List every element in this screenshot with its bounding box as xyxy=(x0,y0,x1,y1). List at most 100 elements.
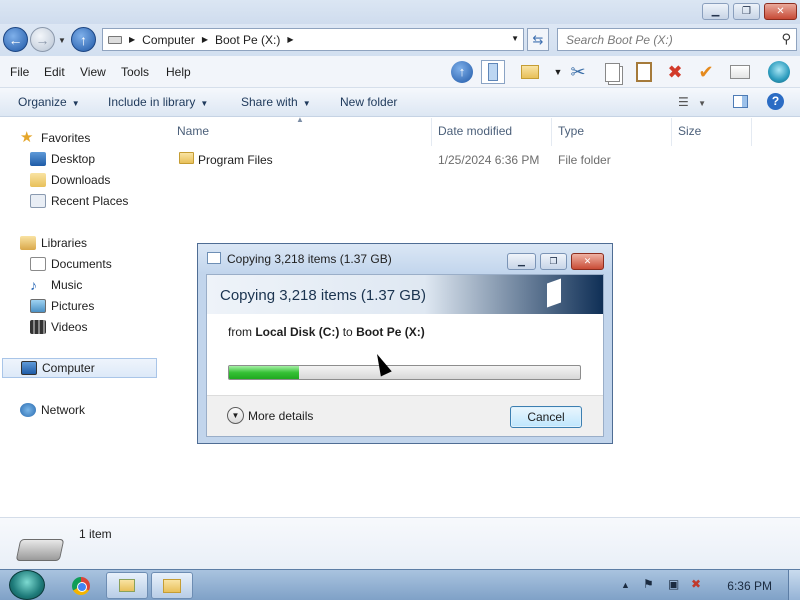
item-count: 1 item xyxy=(79,527,112,541)
refresh-icon: ⇆ xyxy=(532,31,544,47)
nav-libraries[interactable]: Libraries xyxy=(20,233,87,253)
show-hidden-icons-icon[interactable]: ▲ xyxy=(621,580,630,590)
nav-documents-label: Documents xyxy=(51,257,112,271)
menu-file[interactable]: File xyxy=(10,65,29,79)
recent-pages-dropdown[interactable]: ▼ xyxy=(58,36,66,45)
copy-icon xyxy=(207,252,221,264)
properties-folder-icon[interactable] xyxy=(518,60,542,84)
column-date-modified[interactable]: Date modified xyxy=(438,124,512,138)
refresh-button[interactable]: ⇆ xyxy=(527,28,549,51)
column-size[interactable]: Size xyxy=(678,124,701,138)
layout-pane-icon[interactable] xyxy=(481,60,505,84)
nav-videos-label: Videos xyxy=(51,320,88,334)
dialog-heading: Copying 3,218 items (1.37 GB) xyxy=(220,287,426,304)
nav-documents[interactable]: Documents xyxy=(30,254,112,274)
column-divider[interactable] xyxy=(431,118,432,146)
volume-muted-icon[interactable]: ✖ xyxy=(691,577,701,591)
search-icon[interactable]: ⚲ xyxy=(781,31,791,47)
progress-fill xyxy=(229,366,300,379)
delete-icon[interactable]: ✖ xyxy=(663,60,687,84)
column-divider[interactable] xyxy=(551,118,552,146)
dialog-close-button[interactable]: ✕ xyxy=(571,253,604,270)
column-type[interactable]: Type xyxy=(558,124,584,138)
nav-music[interactable]: ♪ Music xyxy=(30,275,82,295)
cancel-button[interactable]: Cancel xyxy=(510,406,582,428)
dialog-body: Copying 3,218 items (1.37 GB) from Local… xyxy=(206,274,604,437)
file-name: Program Files xyxy=(198,153,273,167)
nav-downloads[interactable]: Downloads xyxy=(30,170,110,190)
breadcrumb-drive[interactable]: Boot Pe (X:) xyxy=(215,33,280,47)
copy-icon[interactable] xyxy=(600,60,624,84)
sort-up-icon: ▲ xyxy=(296,115,304,124)
up-button[interactable]: ↑ xyxy=(71,27,96,52)
chevron-right-icon[interactable]: ▶ xyxy=(287,35,293,44)
dialog-footer: ▼ More details Cancel xyxy=(207,395,603,436)
mail-icon[interactable] xyxy=(728,60,752,84)
chrome-icon xyxy=(72,576,90,595)
help-icon[interactable]: ? xyxy=(767,93,784,110)
nav-recent-places[interactable]: Recent Places xyxy=(30,191,128,211)
videos-icon xyxy=(30,320,46,334)
table-row[interactable]: Program Files 1/25/2024 6:36 PM File fol… xyxy=(160,150,800,170)
globe-icon[interactable] xyxy=(767,60,791,84)
menu-edit[interactable]: Edit xyxy=(44,65,65,79)
chevron-right-icon[interactable]: ▶ xyxy=(202,35,208,44)
nav-network[interactable]: Network xyxy=(20,400,85,420)
back-button[interactable]: ← xyxy=(3,27,28,52)
drive-icon xyxy=(15,539,65,561)
show-desktop-button[interactable] xyxy=(788,570,800,600)
nav-desktop[interactable]: Desktop xyxy=(30,149,95,169)
menu-view[interactable]: View xyxy=(80,65,106,79)
close-button[interactable]: ✕ xyxy=(764,3,797,20)
scissors-icon[interactable]: ✂ xyxy=(566,60,590,84)
copy-folder-icon xyxy=(119,579,135,592)
share-with-button[interactable]: Share with ▼ xyxy=(241,95,311,109)
menu-bar: File Edit View Tools Help ↑ ▼ ✂ ✖ ✔ xyxy=(0,56,800,88)
dialog-header: Copying 3,218 items (1.37 GB) xyxy=(207,275,603,314)
paste-icon[interactable] xyxy=(632,60,656,84)
address-bar[interactable]: ▶ Computer ▶ Boot Pe (X:) ▶ ▼ xyxy=(102,28,524,51)
taskbar-copy-dialog[interactable] xyxy=(106,572,148,599)
view-options-icon[interactable]: ☰ ▼ xyxy=(678,95,706,109)
taskbar-explorer[interactable] xyxy=(151,572,193,599)
breadcrumb-computer[interactable]: Computer xyxy=(142,33,195,47)
nav-videos[interactable]: Videos xyxy=(30,317,87,337)
include-in-library-button[interactable]: Include in library ▼ xyxy=(108,95,208,109)
dialog-minimize-button[interactable]: ▁ xyxy=(507,253,536,270)
more-details-toggle[interactable]: ▼ More details xyxy=(227,407,313,424)
checkmark-icon[interactable]: ✔ xyxy=(694,60,718,84)
maximize-button[interactable]: ❐ xyxy=(733,3,760,20)
minimize-button[interactable]: ▁ xyxy=(702,3,729,20)
nav-favorites[interactable]: ★ Favorites xyxy=(20,128,90,148)
file-date: 1/25/2024 6:36 PM xyxy=(438,153,540,167)
preview-pane-icon[interactable] xyxy=(733,95,748,111)
search-input[interactable]: Search Boot Pe (X:) ⚲ xyxy=(557,28,797,51)
dialog-maximize-button[interactable]: ❐ xyxy=(540,253,567,270)
column-divider[interactable] xyxy=(671,118,672,146)
nav-music-label: Music xyxy=(51,278,83,292)
action-center-icon[interactable]: ⚑ xyxy=(643,577,654,591)
up-arrow-icon[interactable]: ↑ xyxy=(450,60,474,84)
to-label: to xyxy=(342,325,353,339)
details-pane: 1 item xyxy=(0,517,800,569)
chevron-down-icon: ▼ xyxy=(71,99,80,108)
chevron-right-icon[interactable]: ▶ xyxy=(129,35,135,44)
network-status-icon[interactable]: ▣ xyxy=(668,577,679,591)
address-dropdown-icon[interactable]: ▼ xyxy=(511,34,519,43)
taskbar-clock[interactable]: 6:36 PM xyxy=(727,579,772,593)
menu-tools[interactable]: Tools xyxy=(121,65,149,79)
taskbar-chrome[interactable] xyxy=(66,572,96,599)
nav-recent-places-label: Recent Places xyxy=(51,194,129,208)
nav-computer[interactable]: Computer xyxy=(2,358,157,378)
nav-pictures[interactable]: Pictures xyxy=(30,296,94,316)
column-name[interactable]: Name xyxy=(177,124,209,138)
folder-icon xyxy=(179,152,194,164)
start-button[interactable] xyxy=(9,570,45,600)
forward-button[interactable]: → xyxy=(30,27,55,52)
new-folder-button[interactable]: New folder xyxy=(340,95,397,109)
menu-help[interactable]: Help xyxy=(166,65,191,79)
organize-button[interactable]: Organize ▼ xyxy=(18,95,80,109)
libraries-icon xyxy=(20,236,36,250)
minimize-icon: ▁ xyxy=(711,6,720,17)
column-divider[interactable] xyxy=(751,118,752,146)
